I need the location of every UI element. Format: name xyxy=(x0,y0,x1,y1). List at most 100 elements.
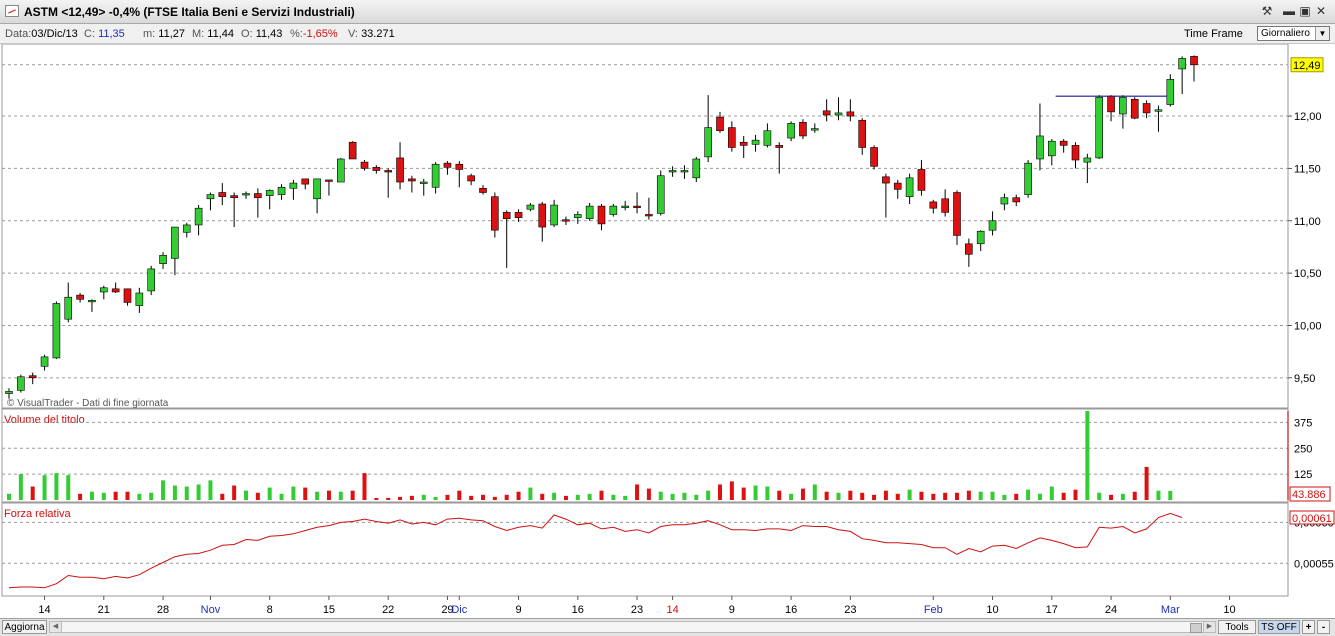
bottom-bar: Aggiorna ◀ ▶ Tools TS OFF + - xyxy=(0,618,1335,636)
x-tick-label: 22 xyxy=(382,604,394,616)
volume-bar xyxy=(54,473,59,500)
volume-bar xyxy=(101,492,106,500)
info-bar: Data:03/Dic/13 C: 11,35 m: 11,27 M: 11,4… xyxy=(0,24,1335,44)
maximize-button[interactable]: ▣ xyxy=(1297,4,1313,19)
volume-bar xyxy=(504,494,509,500)
close-button[interactable]: ✕ xyxy=(1313,4,1329,19)
price-tick-label: 12,00 xyxy=(1294,111,1322,123)
volume-bar xyxy=(374,497,379,500)
volume-bar xyxy=(623,495,628,500)
candle-body xyxy=(1142,103,1151,114)
watermark-text: © VisualTrader - Dati di fine giornata xyxy=(7,398,169,409)
volume-bar xyxy=(386,497,391,500)
tools-icon[interactable]: ⚒ xyxy=(1259,4,1275,19)
candle-body xyxy=(1024,162,1032,195)
candle-body xyxy=(882,176,890,184)
candle-body xyxy=(597,205,606,225)
ts-off-button[interactable]: TS OFF xyxy=(1258,620,1300,634)
volume-bar xyxy=(611,494,616,500)
candle-body xyxy=(633,205,641,208)
candle-body xyxy=(941,198,949,213)
x-tick-label: 9 xyxy=(729,604,735,616)
stock-chart: 9,50 10,00 10,50 11,00 11,50 12,00 12,49 © Visu… xyxy=(1,44,1335,616)
info-volume: V: 33.271 xyxy=(348,28,395,40)
candle-body xyxy=(313,178,321,200)
candle-body xyxy=(502,212,511,219)
volume-bar xyxy=(469,495,474,500)
candle-body xyxy=(870,147,878,167)
candle-body xyxy=(704,127,712,158)
horizontal-scrollbar[interactable]: ◀ ▶ xyxy=(49,621,1216,633)
price-tick-label: 10,00 xyxy=(1294,320,1322,332)
volume-bar xyxy=(362,473,367,500)
volume-bar xyxy=(172,485,177,500)
zoom-out-button[interactable]: - xyxy=(1317,620,1330,634)
dropdown-arrow-icon[interactable]: ▼ xyxy=(1315,27,1329,40)
candle-body xyxy=(40,356,49,367)
volume-bar xyxy=(706,490,711,500)
info-max: M: 11,44 xyxy=(192,28,235,40)
x-tick-label: 15 xyxy=(323,604,335,616)
candle-body xyxy=(858,119,867,148)
minimize-button[interactable]: ▬ xyxy=(1281,4,1297,19)
last-price-label: 12,49 xyxy=(1293,60,1321,72)
volume-bar xyxy=(919,491,924,500)
volume-bar xyxy=(1120,493,1125,500)
volume-bar xyxy=(599,490,604,500)
tools-button[interactable]: Tools xyxy=(1218,620,1256,634)
volume-bar xyxy=(457,490,462,500)
candle-body xyxy=(716,116,724,132)
x-tick-label: 16 xyxy=(572,604,584,616)
volume-bar xyxy=(1132,491,1137,500)
volume-bar xyxy=(658,491,663,500)
zoom-in-button[interactable]: + xyxy=(1302,620,1315,634)
candle-body xyxy=(1095,96,1103,159)
candle-body xyxy=(182,224,191,233)
candle-body xyxy=(348,141,357,160)
time-frame-value: Giornaliero xyxy=(1261,28,1310,39)
candle-body xyxy=(751,139,760,145)
candle-body xyxy=(265,190,274,196)
update-button[interactable]: Aggiorna xyxy=(2,620,47,634)
candle-body xyxy=(135,292,144,306)
x-tick-label: Nov xyxy=(201,604,221,616)
volume-bar xyxy=(481,494,485,500)
window-title: ASTM <12,49> -0,4% (FTSE Italia Beni e S… xyxy=(24,5,355,19)
candle-body xyxy=(254,193,262,199)
volume-bar xyxy=(7,493,11,500)
volume-bar xyxy=(244,490,248,500)
candle-body xyxy=(301,178,310,185)
volume-bar xyxy=(765,486,770,500)
volume-bar xyxy=(196,484,201,500)
title-bar: ASTM <12,49> -0,4% (FTSE Italia Beni e S… xyxy=(0,0,1335,24)
volume-bar xyxy=(872,494,877,500)
candle-body xyxy=(1154,109,1163,112)
info-percent: %:-1,65% xyxy=(290,28,338,40)
candle-body xyxy=(396,157,404,183)
candle-body xyxy=(408,178,416,182)
candle-body xyxy=(645,214,653,217)
scroll-right-icon[interactable]: ▶ xyxy=(1203,622,1215,632)
volume-bar xyxy=(718,484,722,500)
volume-bar xyxy=(125,491,130,500)
candle-body xyxy=(1107,95,1115,113)
candle-body xyxy=(443,162,452,168)
time-frame-select[interactable]: Giornaliero ▼ xyxy=(1257,26,1330,41)
scroll-thumb[interactable] xyxy=(1190,623,1202,633)
volume-bar xyxy=(931,493,936,500)
info-date: Data:03/Dic/13 xyxy=(5,28,78,40)
candle-body xyxy=(1059,140,1068,146)
candle-body xyxy=(680,170,689,173)
panel-frame xyxy=(1,44,1289,409)
candle-body xyxy=(763,130,772,146)
candle-body xyxy=(52,303,61,359)
candle-body xyxy=(799,122,807,137)
volume-bar xyxy=(729,481,734,500)
scroll-left-icon[interactable]: ◀ xyxy=(50,622,62,632)
time-frame-label: Time Frame xyxy=(1184,28,1243,40)
volume-title: Volume del titolo xyxy=(4,414,85,426)
candle-body xyxy=(526,204,535,210)
rs-title: Forza relativa xyxy=(4,508,72,520)
candle-body xyxy=(562,219,570,222)
candle-body xyxy=(1036,135,1044,160)
